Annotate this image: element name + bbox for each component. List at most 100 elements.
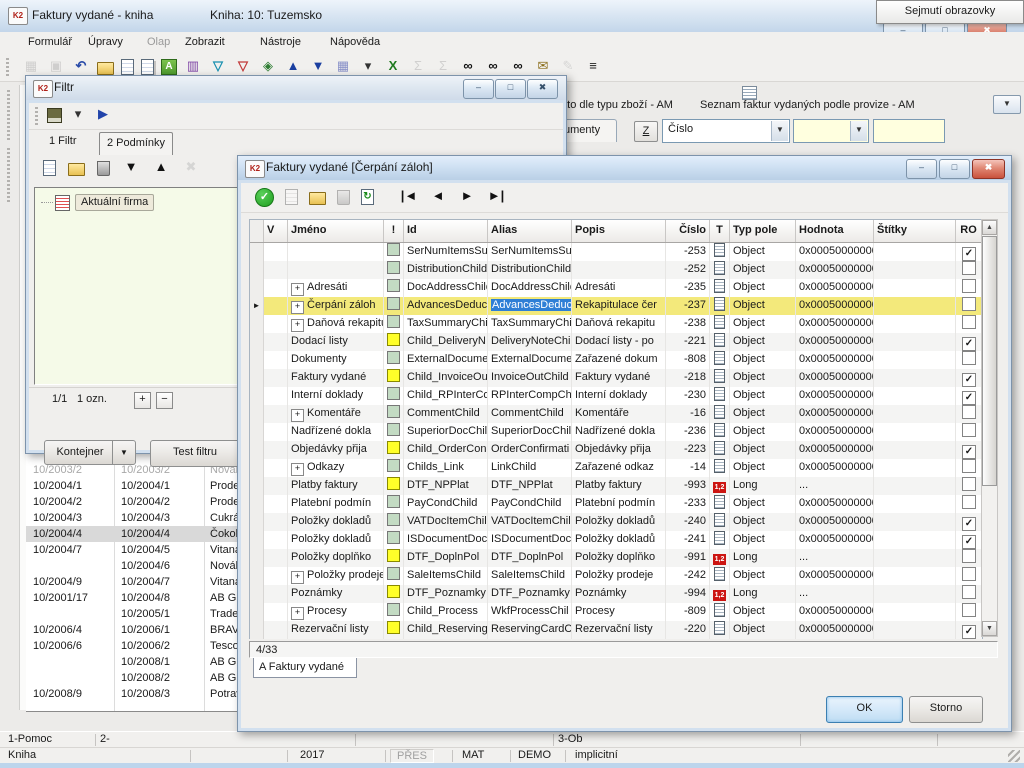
nav-prev-icon[interactable]: ◄	[429, 188, 447, 205]
ro-checkbox[interactable]	[962, 567, 976, 581]
kontejner-button[interactable]: Kontejner ▼	[44, 440, 136, 465]
field-row[interactable]: PoznámkyDTF_PoznamkyDTF_PoznamkyPoznámky…	[250, 585, 982, 603]
header-t[interactable]: T	[710, 220, 730, 242]
ro-checkbox[interactable]	[962, 585, 976, 599]
maximize-button[interactable]: □	[495, 79, 526, 99]
sheet-tab-faktury-vydane[interactable]: A Faktury vydané	[253, 658, 357, 678]
field-row[interactable]: DokumentyExternalDocumeExternalDocumeZař…	[250, 351, 982, 369]
ro-checkbox[interactable]: ✓	[962, 391, 976, 405]
invoice-row[interactable]: 10/2004/910/2004/7Vitana,	[26, 574, 237, 590]
find-add-icon[interactable]: ∞	[509, 58, 527, 75]
move-up-icon[interactable]: ▲	[152, 159, 170, 176]
ro-checkbox[interactable]	[962, 459, 976, 473]
header-jmeno[interactable]: Jméno	[288, 220, 384, 242]
fkey-3[interactable]: 3-Ob	[558, 733, 582, 745]
nav-first-icon[interactable]: |◄	[400, 188, 418, 205]
header-popis[interactable]: Popis	[572, 220, 666, 242]
ok-button[interactable]: OK	[826, 696, 903, 723]
ro-checkbox[interactable]	[962, 297, 976, 311]
ro-checkbox[interactable]	[962, 279, 976, 293]
header-ro[interactable]: RO	[956, 220, 982, 242]
close-button[interactable]: ✖	[972, 159, 1005, 179]
invoice-row[interactable]: 10/2006/410/2006/1BRAVO	[26, 622, 237, 638]
invoice-row[interactable]: 10/2008/910/2008/3Potravir	[26, 686, 237, 702]
excel-export-icon[interactable]: X	[384, 58, 402, 75]
calendar-caret-icon[interactable]: ▾	[359, 58, 377, 75]
fkey-1[interactable]: 1-Pomoc	[8, 733, 52, 745]
field-row[interactable]: Faktury vydanéChild_InvoiceOuInvoiceOutC…	[250, 369, 982, 387]
menu-formular[interactable]: Formulář	[28, 36, 72, 48]
filter-edit-icon[interactable]: ▽	[234, 58, 252, 75]
ro-checkbox[interactable]: ✓	[962, 535, 976, 549]
filter-value-field[interactable]	[873, 119, 945, 143]
minimize-button[interactable]: –	[906, 159, 937, 179]
header-id[interactable]: Id	[404, 220, 488, 242]
report-link-2[interactable]: Seznam faktur vydaných podle provize - A…	[700, 99, 915, 111]
test-filtru-button[interactable]: Test filtru	[150, 440, 240, 467]
invoice-row[interactable]: 10/2004/310/2004/3Cukrárn	[26, 510, 237, 526]
reports-dropdown-button[interactable]: ▼	[993, 95, 1021, 114]
find-icon[interactable]: ∞	[459, 58, 477, 75]
field-row[interactable]: Interní dokladyChild_RPInterCoRPInterCom…	[250, 387, 982, 405]
ro-checkbox[interactable]	[962, 495, 976, 509]
filter-value-combo[interactable]: ▼	[793, 119, 869, 143]
scroll-down-icon[interactable]: ▼	[982, 621, 997, 636]
nav-next-icon[interactable]: ►	[458, 188, 476, 205]
calendar-icon[interactable]: ▦	[334, 58, 352, 75]
invoice-row[interactable]: 10/2004/710/2004/5Vitana,	[26, 542, 237, 558]
new-condition-icon[interactable]	[43, 160, 56, 176]
expand-plus-button[interactable]: +	[134, 392, 151, 409]
field-row[interactable]: DistributionChildDistributionChild-252Ob…	[250, 261, 982, 279]
chevron-down-icon[interactable]: ▼	[112, 441, 135, 464]
invoice-row[interactable]: 10/2004/210/2004/2Prodej n	[26, 494, 237, 510]
field-row[interactable]: +ProcesyChild_ProcessWkfProcessChilProce…	[250, 603, 982, 621]
z-button[interactable]: Z	[634, 121, 658, 142]
open-field-icon[interactable]	[309, 192, 326, 205]
chevron-down-icon[interactable]: ▼	[850, 121, 867, 141]
header-flag[interactable]: !	[384, 220, 404, 242]
delete-condition-icon[interactable]	[97, 161, 110, 176]
save-filter-icon[interactable]	[47, 108, 62, 123]
invoice-row[interactable]: 10/2006/610/2006/2Tesco P	[26, 638, 237, 654]
filter-titlebar[interactable]: K2 Filtr – □ ✖	[26, 76, 566, 100]
expand-icon[interactable]: +	[291, 301, 304, 314]
filter-icon[interactable]: ▽	[209, 58, 227, 75]
move-down-icon[interactable]: ▼	[122, 159, 140, 176]
ro-checkbox[interactable]	[962, 261, 976, 275]
invoice-row[interactable]: 10/2004/6Novák 1	[26, 558, 237, 574]
maximize-button[interactable]: □	[939, 159, 970, 179]
open-folder-icon[interactable]	[97, 62, 114, 75]
ro-checkbox[interactable]	[962, 549, 976, 563]
field-row[interactable]: Rezervační listyChild_ReservingReserving…	[250, 621, 982, 639]
ro-checkbox[interactable]: ✓	[962, 247, 976, 261]
mail-icon[interactable]: ✉	[534, 58, 552, 75]
field-row[interactable]: Dodací listyChild_DeliveryNDeliveryNoteC…	[250, 333, 982, 351]
expand-icon[interactable]: +	[291, 319, 304, 332]
ro-checkbox[interactable]: ✓	[962, 625, 976, 639]
header-stitky[interactable]: Štítky	[874, 220, 956, 242]
send-icon[interactable]: ◈	[259, 58, 277, 75]
ro-checkbox[interactable]	[962, 477, 976, 491]
ro-checkbox[interactable]	[962, 423, 976, 437]
invoice-row[interactable]: 10/2004/410/2004/4Čokolád	[26, 526, 237, 542]
expand-icon[interactable]: +	[291, 607, 304, 620]
scrollbar-thumb[interactable]	[982, 236, 997, 486]
field-row[interactable]: ►+Čerpání zálohAdvancesDeducAdvancesDedu…	[250, 297, 982, 315]
find-next-icon[interactable]: ∞	[484, 58, 502, 75]
ro-checkbox[interactable]: ✓	[962, 445, 976, 459]
menu-icon[interactable]: ≡	[584, 58, 602, 75]
field-row[interactable]: Platební podmínPayCondChildPayCondChildP…	[250, 495, 982, 513]
expand-icon[interactable]: +	[291, 463, 304, 476]
field-row[interactable]: SerNumItemsSuSerNumItemsSu-253Object0x00…	[250, 243, 982, 261]
header-alias[interactable]: Alias	[488, 220, 572, 242]
field-row[interactable]: +Položky prodejeSaleItemsChildSaleItemsC…	[250, 567, 982, 585]
expand-icon[interactable]: +	[291, 571, 304, 584]
collapse-minus-button[interactable]: −	[156, 392, 173, 409]
header-cislo[interactable]: Číslo	[666, 220, 710, 242]
menu-zobrazit[interactable]: Zobrazit	[185, 36, 225, 48]
open-condition-icon[interactable]	[68, 163, 85, 176]
field-row[interactable]: +OdkazyChilds_LinkLinkChildZařazené odka…	[250, 459, 982, 477]
chevron-down-icon[interactable]: ▼	[771, 121, 788, 141]
field-row[interactable]: Objedávky přijaChild_OrderConOrderConfir…	[250, 441, 982, 459]
lock-icon[interactable]: A	[161, 59, 177, 75]
